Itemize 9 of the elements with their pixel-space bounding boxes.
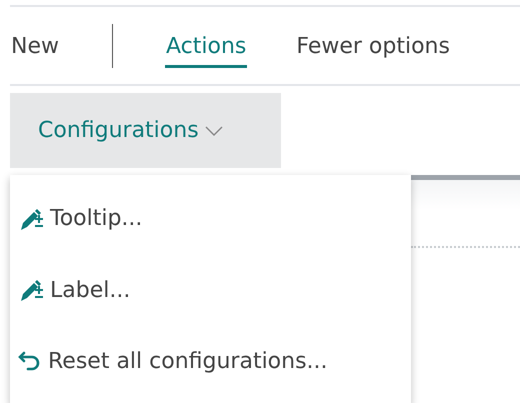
pencil-plus-minus-icon <box>18 277 44 304</box>
menu-item[interactable]: Reset all configurations... <box>10 343 411 380</box>
menu-item[interactable]: Label... <box>10 271 411 310</box>
action-bar-tab[interactable]: Fewer options <box>295 24 451 68</box>
action-bar-tab[interactable]: New <box>10 24 60 68</box>
chevron-down-icon <box>204 126 223 136</box>
action-bar-tab[interactable]: Actions <box>165 24 248 68</box>
menu-item[interactable]: Tooltip... <box>10 200 411 238</box>
configurations-menu-button[interactable]: Configurations <box>10 93 281 168</box>
